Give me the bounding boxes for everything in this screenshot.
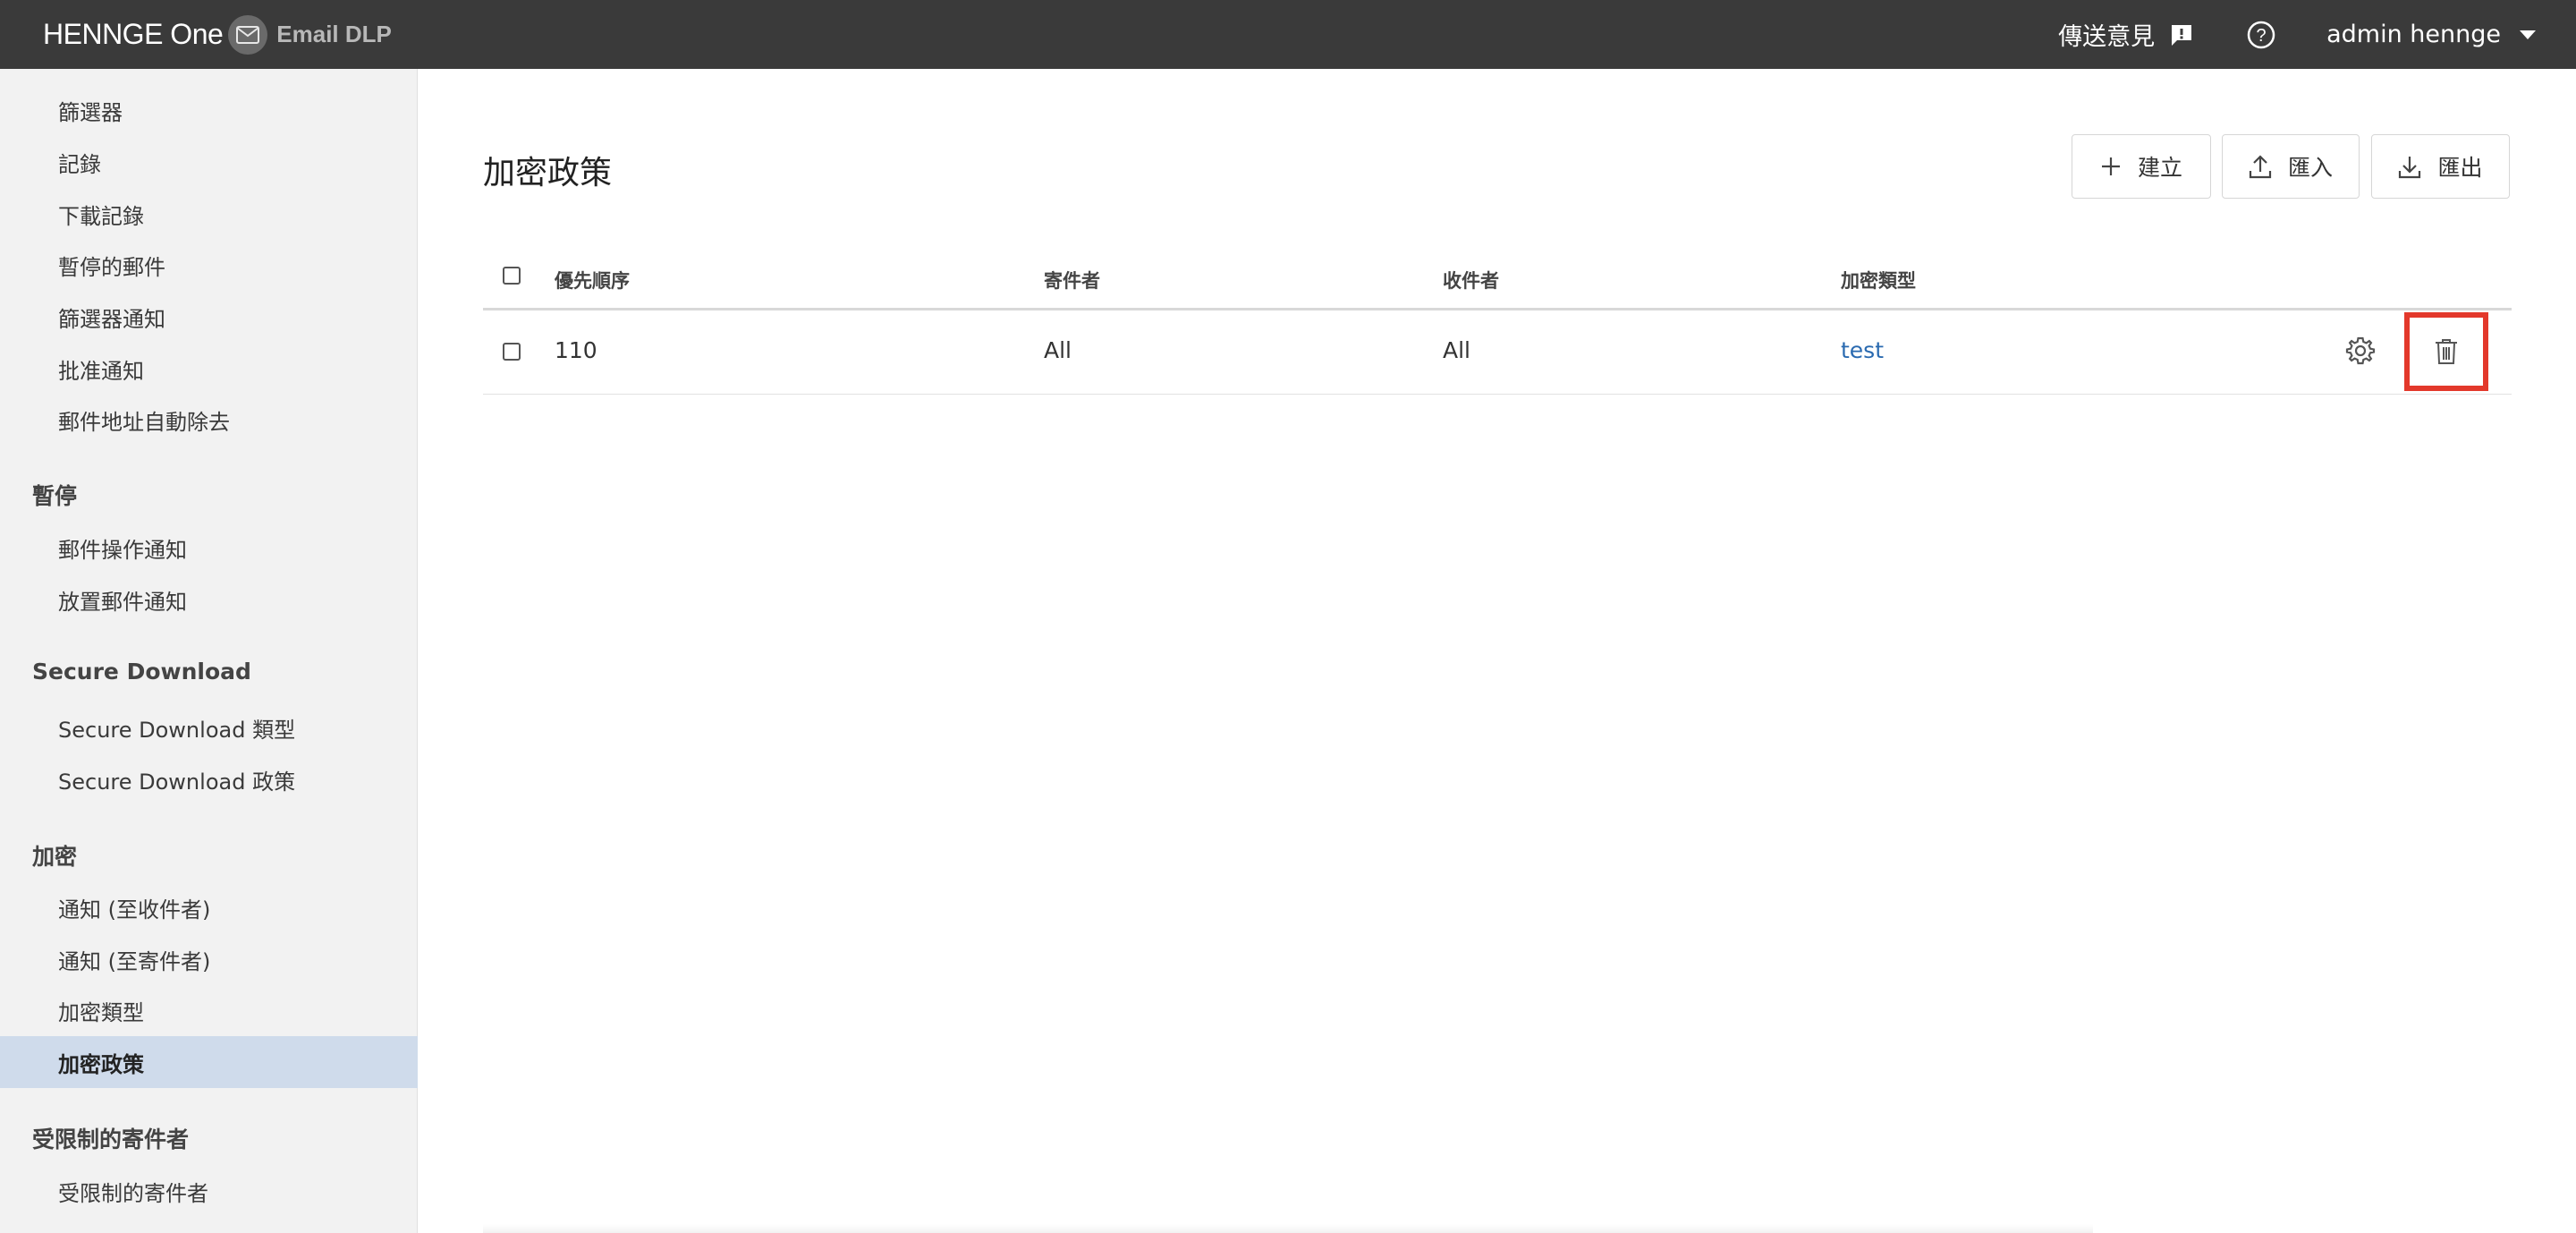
- sidebar-item-mail-operation-notifications[interactable]: 郵件操作通知: [0, 522, 418, 574]
- feedback-button[interactable]: 傳送意見: [2058, 17, 2194, 52]
- sidebar-item-paused-mails[interactable]: 暫停的郵件: [0, 239, 418, 291]
- create-button-label: 建立: [2137, 155, 2182, 181]
- sidebar-item-label: 下載記錄: [58, 203, 144, 229]
- sidebar-item-label: Secure Download 政策: [58, 769, 296, 795]
- delete-button[interactable]: [2404, 312, 2488, 391]
- sidebar-item-address-auto-removal[interactable]: 郵件地址自動除去: [0, 394, 418, 446]
- sidebar-item-label: 批准通知: [58, 358, 144, 384]
- cell-priority: 110: [555, 337, 597, 363]
- svg-text:?: ?: [2257, 26, 2267, 46]
- user-name: admin hennge: [2326, 21, 2501, 48]
- cell-encryption-type-link[interactable]: test: [1841, 337, 1884, 363]
- table-row: 110 All All test: [483, 310, 2512, 395]
- sidebar-item-label: 暫停的郵件: [58, 254, 165, 280]
- brand-name: HENNGE One: [43, 18, 224, 50]
- sidebar-item-label: 郵件操作通知: [58, 537, 187, 563]
- sidebar-item-secure-download-policies[interactable]: Secure Download 政策: [0, 753, 418, 805]
- sidebar-item-label: 受限制的寄件者: [58, 1180, 208, 1206]
- cell-recipient: All: [1443, 337, 1470, 363]
- column-priority[interactable]: 優先順序: [555, 267, 630, 293]
- feedback-label: 傳送意見: [2058, 23, 2156, 51]
- sidebar-section-pause: 暫停: [32, 483, 78, 509]
- sidebar-item-label: 加密政策: [58, 1051, 144, 1077]
- upload-icon: [2249, 155, 2272, 179]
- sidebar-section-secure-download: Secure Download: [32, 659, 251, 685]
- column-sender[interactable]: 寄件者: [1044, 267, 1100, 293]
- help-icon: ?: [2247, 21, 2275, 48]
- sidebar-item-notify-senders[interactable]: 通知 (至寄件者): [0, 933, 418, 985]
- import-button-label: 匯入: [2287, 155, 2333, 181]
- sidebar-item-label: 記錄: [58, 151, 101, 177]
- column-recipient[interactable]: 收件者: [1443, 267, 1499, 293]
- sidebar-item-restricted-senders[interactable]: 受限制的寄件者: [0, 1165, 418, 1217]
- bottom-shadow: [483, 1224, 2093, 1233]
- column-encryption-type[interactable]: 加密類型: [1841, 267, 1916, 293]
- select-all-checkbox[interactable]: [503, 267, 521, 285]
- cell-sender: All: [1044, 337, 1072, 363]
- product-name: Email DLP: [276, 21, 392, 47]
- download-icon: [2399, 157, 2421, 179]
- sidebar-section-encryption: 加密: [32, 844, 78, 870]
- sidebar-item-approval-notifications[interactable]: 批准通知: [0, 343, 418, 395]
- sidebar-item-filters[interactable]: 篩選器: [0, 84, 418, 136]
- sidebar-section-restricted-senders: 受限制的寄件者: [32, 1127, 190, 1152]
- sidebar-item-label: 通知 (至寄件者): [58, 948, 211, 974]
- brand[interactable]: HENNGE One Email DLP: [43, 0, 392, 69]
- export-button-label: 匯出: [2437, 155, 2483, 181]
- feedback-icon: [2172, 24, 2192, 46]
- sidebar-item-logs[interactable]: 記錄: [0, 136, 418, 188]
- sidebar-item-label: 郵件地址自動除去: [58, 409, 230, 435]
- top-bar: HENNGE One Email DLP 傳送意見 ? admin hennge: [0, 0, 2576, 69]
- sidebar: 篩選器 記錄 下載記錄 暫停的郵件 篩選器通知 批准通知 郵件地址自動除去 暫停…: [0, 69, 418, 1233]
- trash-icon: [2436, 339, 2457, 364]
- sidebar-item-download-logs[interactable]: 下載記錄: [0, 188, 418, 240]
- caret-down-icon: [2520, 30, 2536, 39]
- sidebar-item-label: 加密類型: [58, 999, 144, 1025]
- sidebar-item-secure-download-types[interactable]: Secure Download 類型: [0, 702, 418, 753]
- policies-table: 優先順序 寄件者 收件者 加密類型 110 All All test: [483, 252, 2512, 395]
- gear-icon[interactable]: [2345, 336, 2376, 370]
- import-button[interactable]: 匯入: [2222, 134, 2360, 199]
- sidebar-item-notify-recipients[interactable]: 通知 (至收件者): [0, 881, 418, 933]
- table-header: 優先順序 寄件者 收件者 加密類型: [483, 252, 2512, 310]
- sidebar-item-encryption-types[interactable]: 加密類型: [0, 984, 418, 1036]
- help-button[interactable]: ?: [2246, 20, 2276, 50]
- user-menu[interactable]: admin hennge: [2326, 21, 2537, 48]
- page-title: 加密政策: [483, 155, 613, 191]
- sidebar-item-label: 篩選器: [58, 99, 123, 125]
- sidebar-item-label: Secure Download 類型: [58, 717, 296, 743]
- export-button[interactable]: 匯出: [2371, 134, 2510, 199]
- row-checkbox[interactable]: [503, 343, 521, 361]
- plus-icon: [2101, 157, 2120, 175]
- sidebar-item-release-mail-notifications[interactable]: 放置郵件通知: [0, 574, 418, 625]
- sidebar-item-encryption-policies[interactable]: 加密政策: [0, 1036, 418, 1088]
- create-button[interactable]: 建立: [2072, 134, 2211, 199]
- sidebar-item-filter-notifications[interactable]: 篩選器通知: [0, 291, 418, 343]
- sidebar-item-label: 放置郵件通知: [58, 589, 187, 615]
- sidebar-item-label: 通知 (至收件者): [58, 897, 211, 923]
- mail-icon: [228, 14, 268, 55]
- sidebar-item-label: 篩選器通知: [58, 306, 165, 332]
